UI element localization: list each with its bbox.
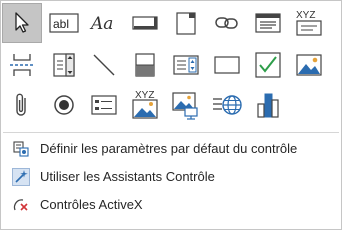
button-control-button[interactable] [125,3,165,43]
chart-button[interactable] [248,85,288,125]
web-browser-icon [255,13,281,33]
svg-text:XYZ: XYZ [296,10,315,21]
control-wizards-icon [12,168,30,186]
list-box-icon [173,55,199,75]
rectangle-button[interactable] [207,45,247,85]
navigation-control-icon: XYZ [296,10,322,36]
subform-icon [91,95,117,115]
toggle-button-icon [135,53,155,77]
list-box-button[interactable] [166,45,206,85]
line-icon [93,54,115,76]
page-break-button[interactable] [2,45,42,85]
attachment-button[interactable] [2,85,42,125]
option-button-button[interactable] [44,85,84,125]
tab-control-button[interactable] [166,3,206,43]
hyperlink-icon [215,17,238,29]
subform-button[interactable] [84,85,124,125]
line-button[interactable] [84,45,124,85]
menu-item-label: Utiliser les Assistants Contrôle [40,169,215,184]
activex-icon [13,199,28,211]
bound-object-frame-button[interactable] [166,85,206,125]
menu-item-set-control-defaults[interactable]: Définir les paramètres par défaut du con… [1,135,342,163]
menu-item-activex-controls[interactable]: Contrôles ActiveX [1,191,342,219]
tab-control-icon [176,12,196,35]
unbound-object-frame-icon: XYZ [132,90,158,119]
option-button-icon [54,95,74,115]
svg-text:Aa: Aa [89,14,113,34]
check-box-button[interactable] [248,45,288,85]
textbox-button[interactable]: abl [44,3,84,43]
rectangle-icon [214,56,240,74]
label-button[interactable]: Aa [84,3,124,43]
chart-icon [257,93,279,118]
insert-web-control-icon [213,95,242,115]
bound-object-frame-icon [172,92,198,120]
check-box-icon [255,52,281,78]
menu-separator [3,132,339,133]
menu-item-use-control-wizards[interactable]: Utiliser les Assistants Contrôle [1,163,342,191]
control-defaults-icon [13,141,29,157]
button-icon [132,16,158,30]
menu-item-label: Contrôles ActiveX [40,197,143,212]
label-icon: Aa [89,14,113,34]
image-button[interactable] [289,45,329,85]
attachment-icon [16,93,26,116]
controls-gallery: abl Aa XYZ XYZ [1,1,342,131]
navigation-control-button[interactable]: XYZ [289,3,329,43]
select-pointer-button[interactable] [2,3,42,43]
page-break-icon [10,54,34,76]
hyperlink-button[interactable] [207,3,247,43]
web-browser-button[interactable] [248,3,288,43]
svg-text:abl: abl [53,17,69,31]
textbox-icon: abl [49,13,79,33]
menu-item-label: Définir les paramètres par défaut du con… [40,141,298,156]
insert-web-control-button[interactable] [207,85,247,125]
toggle-button-button[interactable] [125,45,165,85]
unbound-object-frame-button[interactable]: XYZ [125,85,165,125]
combo-box-icon [53,53,75,77]
svg-text:XYZ: XYZ [135,90,154,101]
combo-box-button[interactable] [44,45,84,85]
image-icon [296,54,322,76]
select-pointer-icon [15,12,29,33]
controls-dropdown-panel: abl Aa XYZ XYZ Définir les paramètres pa… [0,0,342,230]
